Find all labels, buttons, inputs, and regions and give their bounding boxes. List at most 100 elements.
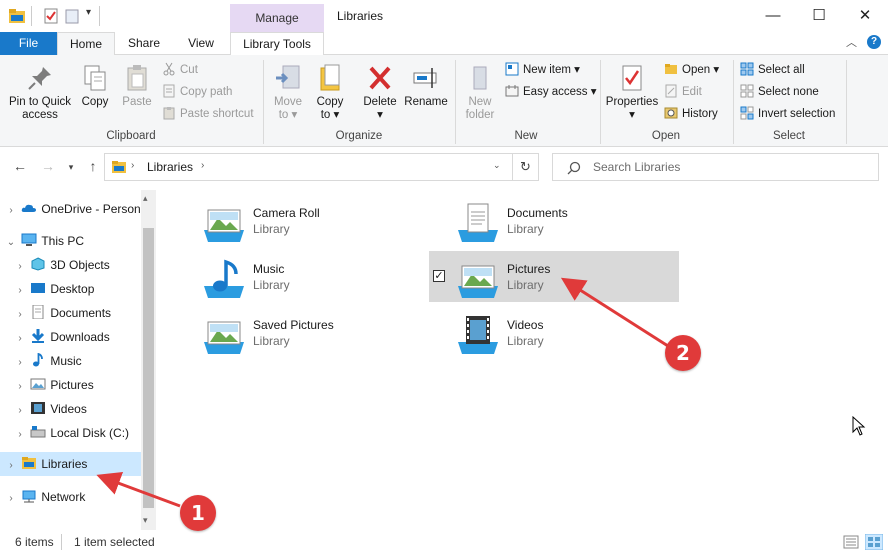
group-label-clipboard: Clipboard <box>106 130 156 142</box>
tab-home[interactable]: Home <box>57 32 115 56</box>
easy-access-button[interactable]: Easy access ▾ <box>505 83 597 101</box>
delete-icon <box>369 66 391 90</box>
library-item-videos[interactable]: Videos Library <box>454 312 674 362</box>
select-none-button[interactable]: Select none <box>740 83 819 101</box>
expand-chevron-icon[interactable]: › <box>13 327 27 349</box>
copy-to-button[interactable]: Copy to ▾ <box>312 63 348 122</box>
item-checkbox-checked[interactable]: ✓ <box>433 270 445 282</box>
address-history-dropdown-icon[interactable]: ⌄ <box>493 160 501 171</box>
scroll-down-icon[interactable]: ▾ <box>143 515 148 526</box>
library-type: Library <box>253 334 290 348</box>
library-name: Camera Roll <box>253 206 320 220</box>
open-button[interactable]: Open ▾ <box>664 61 719 79</box>
manage-context-tab[interactable]: Manage <box>230 4 324 32</box>
select-all-button[interactable]: Select all <box>740 61 805 79</box>
nav-item-videos[interactable]: › Videos <box>0 397 141 421</box>
customize-qa-icon[interactable]: ▾ <box>86 7 91 18</box>
large-icons-view-icon[interactable] <box>865 534 883 550</box>
nav-scrollbar-thumb[interactable] <box>143 228 154 508</box>
tab-file[interactable]: File <box>0 32 57 55</box>
tab-share[interactable]: Share <box>118 32 170 55</box>
history-button[interactable]: History <box>664 105 718 123</box>
nav-item-this-pc[interactable]: ⌄ This PC <box>0 229 141 253</box>
expand-chevron-icon[interactable]: › <box>13 303 27 325</box>
expand-chevron-icon[interactable]: › <box>13 423 27 445</box>
nav-item-desktop[interactable]: › Desktop <box>0 277 141 301</box>
expand-chevron-icon[interactable]: › <box>4 487 18 509</box>
forward-arrow-icon[interactable]: → <box>39 158 57 174</box>
expand-chevron-icon[interactable]: › <box>4 199 18 221</box>
expand-chevron-icon[interactable]: › <box>13 255 27 277</box>
up-arrow-icon[interactable]: ↑ <box>84 158 102 174</box>
expand-chevron-icon[interactable]: › <box>13 399 27 421</box>
delete-label: Delete <box>363 96 397 108</box>
nav-item-local-disk[interactable]: › Local Disk (C:) <box>0 421 141 445</box>
nav-item-onedrive[interactable]: › OneDrive - Personal <box>0 197 141 221</box>
tab-library-tools[interactable]: Library Tools <box>230 32 324 55</box>
collapse-ribbon-icon[interactable]: ︿ <box>846 34 857 50</box>
expand-chevron-icon[interactable]: › <box>4 454 18 476</box>
edit-label: Edit <box>682 86 702 98</box>
properties-button[interactable]: Properties ▾ <box>603 63 661 122</box>
library-item-camera-roll[interactable]: Camera Roll Library <box>200 200 420 250</box>
new-folder-button[interactable]: New folder <box>460 63 500 122</box>
nav-item-network[interactable]: › Network <box>0 485 141 509</box>
pin-label-2: access <box>22 109 58 121</box>
refresh-icon[interactable]: ↻ <box>512 153 539 181</box>
nav-item-label: Music <box>50 354 82 368</box>
copy-button[interactable]: Copy <box>78 63 112 109</box>
paste-label: Paste <box>122 96 152 108</box>
rename-button[interactable]: Rename <box>403 63 449 109</box>
pin-icon <box>28 67 51 90</box>
nav-item-music[interactable]: › Music <box>0 349 141 373</box>
library-item-music[interactable]: Music Library <box>200 256 420 306</box>
close-button[interactable]: ✕ <box>842 0 888 32</box>
folder-icon[interactable] <box>8 7 26 25</box>
new-folder-qa-icon[interactable] <box>64 7 82 25</box>
properties-qa-icon[interactable] <box>42 7 60 25</box>
nav-item-documents[interactable]: › Documents <box>0 301 141 325</box>
nav-item-pictures[interactable]: › Pictures <box>0 373 141 397</box>
recent-locations-icon[interactable]: ▾ <box>62 162 80 173</box>
collapse-chevron-icon[interactable]: ⌄ <box>4 231 18 253</box>
breadcrumb-libraries[interactable]: Libraries <box>147 160 193 174</box>
library-item-documents[interactable]: Documents Library <box>454 200 674 250</box>
breadcrumb-chevron-icon[interactable]: › <box>201 160 204 171</box>
expand-chevron-icon[interactable]: › <box>13 351 27 373</box>
cut-button[interactable]: Cut <box>162 61 198 79</box>
library-item-pictures[interactable]: Pictures Library <box>454 256 674 306</box>
delete-button[interactable]: Delete ▾ <box>360 63 400 122</box>
address-bar[interactable]: › Libraries › ⌄ <box>104 153 513 181</box>
expand-chevron-icon[interactable]: › <box>13 375 27 397</box>
help-icon[interactable]: ? <box>867 35 881 49</box>
history-label: History <box>682 108 718 120</box>
search-box[interactable]: Search Libraries <box>552 153 879 181</box>
status-selected-count: 1 item selected <box>74 535 155 549</box>
search-placeholder: Search Libraries <box>593 160 681 174</box>
pin-quick-access-button[interactable]: Pin to Quick access <box>4 63 76 122</box>
paste-shortcut-button[interactable]: Paste shortcut <box>162 105 254 123</box>
tab-view[interactable]: View <box>178 32 224 55</box>
minimize-button[interactable]: — <box>750 0 796 32</box>
library-item-saved-pictures[interactable]: Saved Pictures Library <box>200 312 420 362</box>
move-to-button[interactable]: Move to ▾ <box>268 63 308 122</box>
back-arrow-icon[interactable]: ← <box>11 158 29 174</box>
nav-item-label: Libraries <box>41 457 88 471</box>
nav-item-libraries[interactable]: › Libraries <box>0 452 141 476</box>
maximize-button[interactable]: ☐ <box>796 0 842 32</box>
search-icon <box>567 161 581 175</box>
edit-button[interactable]: Edit <box>664 83 702 101</box>
downloads-icon <box>30 327 46 343</box>
paste-button[interactable]: Paste <box>118 63 156 109</box>
details-view-icon[interactable] <box>843 535 859 549</box>
nav-item-downloads[interactable]: › Downloads <box>0 325 141 349</box>
nav-item-label: Downloads <box>50 330 110 344</box>
new-item-button[interactable]: New item ▾ <box>505 61 580 79</box>
invert-selection-button[interactable]: Invert selection <box>740 105 835 123</box>
copy-path-button[interactable]: Copy path <box>162 83 232 101</box>
nav-item-3d-objects[interactable]: › 3D Objects <box>0 253 141 277</box>
expand-chevron-icon[interactable]: › <box>13 279 27 301</box>
scroll-up-icon[interactable]: ▴ <box>143 193 148 204</box>
library-type: Library <box>507 222 544 236</box>
breadcrumb-chevron-icon[interactable]: › <box>131 160 134 171</box>
